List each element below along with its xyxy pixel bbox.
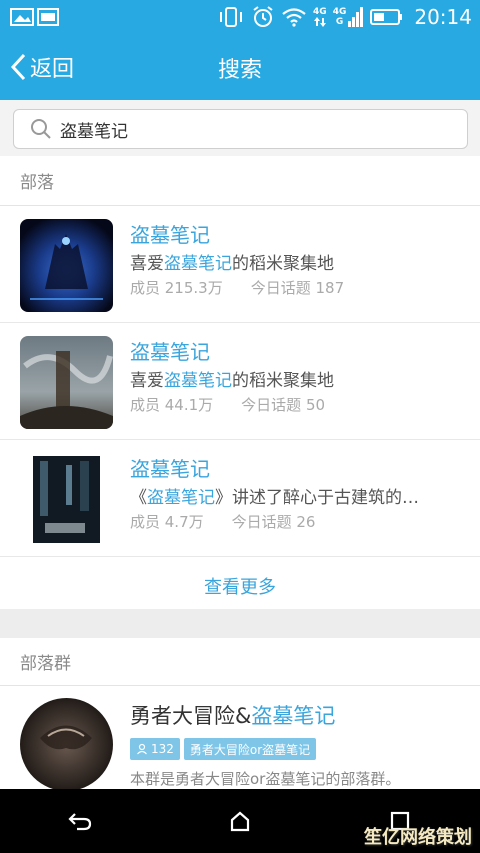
tribe-description: 喜爱盗墓笔记的稻米聚集地: [130, 254, 334, 274]
tribe-cover-image: [20, 453, 113, 546]
back-nav-button[interactable]: [50, 796, 110, 846]
group-avatar: [20, 698, 113, 791]
data-arrows-icon: [313, 17, 326, 27]
topic-count: 今日话题 26: [231, 513, 316, 531]
tribe-stats: 成员 215.3万 今日话题 187: [130, 277, 344, 298]
signal-bars-icon: [348, 7, 364, 27]
tribe-name: 盗墓笔记: [130, 340, 210, 364]
tribes-section: 部落 盗墓笔记 喜爱盗墓笔记的稻米聚集地 成员 215.3万 今日话题 187: [0, 156, 480, 609]
tribe-description: 喜爱盗墓笔记的稻米聚集地: [130, 371, 334, 391]
tribe-stats: 成员 44.1万 今日话题 50: [130, 394, 325, 415]
vibrate-icon: [220, 7, 243, 27]
tribe-item[interactable]: 盗墓笔记 《盗墓笔记》讲述了醉心于古建筑的… 成员 4.7万 今日话题 26: [0, 440, 480, 557]
search-icon: [31, 119, 51, 139]
member-count: 成员 44.1万: [130, 396, 214, 414]
group-name: 勇者大冒险&盗墓笔记: [130, 704, 336, 728]
member-count: 成员 215.3万: [130, 279, 223, 297]
search-input[interactable]: [60, 119, 420, 139]
clock: 20:14: [414, 5, 472, 29]
signal-sub-label: G: [335, 17, 344, 27]
alarm-icon: [253, 6, 273, 27]
status-icons: 4G 4G G 20:14: [217, 4, 472, 30]
groups-section: 部落群 勇者大冒险&盗墓笔记 132 勇者大冒险or盗墓笔记 本群是勇者大冒险o…: [0, 638, 480, 791]
battery-icon: [370, 9, 403, 25]
tribe-name: 盗墓笔记: [130, 457, 210, 481]
signal-indicator: 4G G: [333, 7, 365, 27]
groups-section-header: 部落群: [0, 638, 480, 686]
watermark: 笙亿网络策划: [364, 827, 472, 848]
network-4g-indicator: 4G: [313, 7, 327, 27]
tribe-item[interactable]: 盗墓笔记 喜爱盗墓笔记的稻米聚集地 成员 215.3万 今日话题 187: [0, 206, 480, 323]
status-bar: 4G 4G G 20:14: [0, 0, 480, 34]
network-type-label: 4G: [313, 7, 327, 17]
tribe-cover-image: [20, 336, 113, 429]
signal-type-label: 4G: [332, 7, 347, 17]
title-bar: 返回 搜索: [0, 34, 480, 100]
group-tag: 勇者大冒险or盗墓笔记: [183, 738, 317, 760]
tribe-name: 盗墓笔记: [130, 223, 210, 247]
wifi-icon: [282, 8, 306, 27]
tribes-section-header: 部落: [0, 156, 480, 206]
group-description: 本群是勇者大冒险or盗墓笔记的部落群。: [130, 770, 401, 788]
person-icon: [137, 743, 147, 755]
home-nav-button[interactable]: [210, 796, 270, 846]
search-box[interactable]: [13, 109, 468, 149]
page-title: 搜索: [217, 58, 262, 83]
member-count-badge: 132: [130, 738, 180, 760]
system-nav-bar: 笙亿网络策划: [0, 789, 480, 853]
tribe-item[interactable]: 盗墓笔记 喜爱盗墓笔记的稻米聚集地 成员 44.1万 今日话题 50: [0, 323, 480, 440]
search-area: [0, 100, 480, 156]
tribe-stats: 成员 4.7万 今日话题 26: [130, 511, 315, 532]
home-icon: [230, 811, 250, 832]
back-arrow-icon: [68, 813, 92, 831]
topic-count: 今日话题 50: [241, 396, 326, 414]
group-tags: 132 勇者大冒险or盗墓笔记: [130, 738, 317, 760]
tribe-description: 《盗墓笔记》讲述了醉心于古建筑的…: [130, 488, 419, 508]
topic-count: 今日话题 187: [250, 279, 345, 297]
image-notification-icon: [10, 8, 59, 26]
see-more-link[interactable]: 查看更多: [0, 557, 480, 615]
tribe-cover-image: [20, 219, 113, 312]
member-count: 成员 4.7万: [130, 513, 204, 531]
